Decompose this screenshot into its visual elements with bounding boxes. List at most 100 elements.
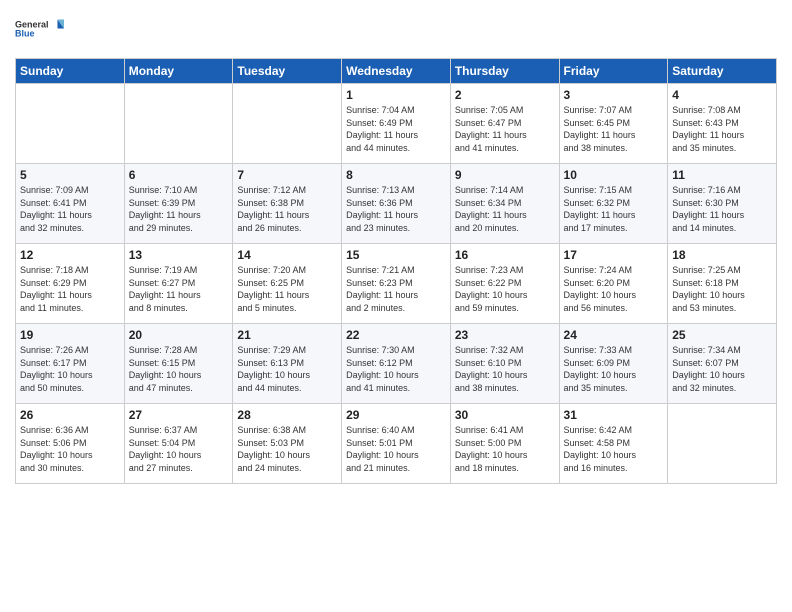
day-info: Sunrise: 6:36 AM Sunset: 5:06 PM Dayligh… [20,424,120,474]
calendar-cell: 4 Sunrise: 7:08 AM Sunset: 6:43 PM Daylig… [668,84,777,164]
calendar-cell: 2 Sunrise: 7:05 AM Sunset: 6:47 PM Daylig… [450,84,559,164]
day-of-week-header: Thursday [450,59,559,84]
calendar-cell: 29 Sunrise: 6:40 AM Sunset: 5:01 PM Dayli… [342,404,451,484]
day-number: 19 [20,328,120,342]
day-info: Sunrise: 7:08 AM Sunset: 6:43 PM Dayligh… [672,104,772,154]
day-number: 12 [20,248,120,262]
day-number: 8 [346,168,446,182]
logo-svg: General Blue [15,10,65,50]
day-info: Sunrise: 7:13 AM Sunset: 6:36 PM Dayligh… [346,184,446,234]
day-info: Sunrise: 6:37 AM Sunset: 5:04 PM Dayligh… [129,424,229,474]
day-info: Sunrise: 6:38 AM Sunset: 5:03 PM Dayligh… [237,424,337,474]
calendar-cell: 5Sunrise: 7:09 AM Sunset: 6:41 PM Daylig… [16,164,125,244]
calendar-cell: 25Sunrise: 7:34 AM Sunset: 6:07 PM Dayli… [668,324,777,404]
day-number: 7 [237,168,337,182]
day-info: Sunrise: 7:29 AM Sunset: 6:13 PM Dayligh… [237,344,337,394]
day-number: 22 [346,328,446,342]
day-info: Sunrise: 7:26 AM Sunset: 6:17 PM Dayligh… [20,344,120,394]
day-number: 18 [672,248,772,262]
day-info: Sunrise: 7:12 AM Sunset: 6:38 PM Dayligh… [237,184,337,234]
day-number: 28 [237,408,337,422]
day-info: Sunrise: 7:04 AM Sunset: 6:49 PM Dayligh… [346,104,446,154]
day-number: 6 [129,168,229,182]
calendar-cell: 30Sunrise: 6:41 AM Sunset: 5:00 PM Dayli… [450,404,559,484]
day-number: 16 [455,248,555,262]
day-info: Sunrise: 6:41 AM Sunset: 5:00 PM Dayligh… [455,424,555,474]
day-info: Sunrise: 7:10 AM Sunset: 6:39 PM Dayligh… [129,184,229,234]
day-number: 14 [237,248,337,262]
svg-text:Blue: Blue [15,29,35,39]
calendar-cell [668,404,777,484]
page: General Blue SundayMondayTuesdayWednesda… [0,0,792,612]
day-info: Sunrise: 7:19 AM Sunset: 6:27 PM Dayligh… [129,264,229,314]
calendar-cell: 16 Sunrise: 7:23 AM Sunset: 6:22 PM Dayli… [450,244,559,324]
header: General Blue [15,10,777,50]
calendar-header-row: SundayMondayTuesdayWednesdayThursdayFrid… [16,59,777,84]
day-info: Sunrise: 7:21 AM Sunset: 6:23 PM Dayligh… [346,264,446,314]
calendar-cell: 7 Sunrise: 7:12 AM Sunset: 6:38 PM Daylig… [233,164,342,244]
calendar-cell: 9Sunrise: 7:14 AM Sunset: 6:34 PM Daylig… [450,164,559,244]
day-number: 11 [672,168,772,182]
calendar-week-row: 12 Sunrise: 7:18 AM Sunset: 6:29 PM Dayli… [16,244,777,324]
calendar-cell: 31 Sunrise: 6:42 AM Sunset: 4:58 PM Dayli… [559,404,668,484]
day-number: 10 [564,168,664,182]
day-info: Sunrise: 7:15 AM Sunset: 6:32 PM Dayligh… [564,184,664,234]
day-info: Sunrise: 7:18 AM Sunset: 6:29 PM Dayligh… [20,264,120,314]
day-info: Sunrise: 7:16 AM Sunset: 6:30 PM Dayligh… [672,184,772,234]
calendar-cell: 1 Sunrise: 7:04 AM Sunset: 6:49 PM Daylig… [342,84,451,164]
calendar-cell: 20 Sunrise: 7:28 AM Sunset: 6:15 PM Dayli… [124,324,233,404]
day-number: 3 [564,88,664,102]
day-of-week-header: Monday [124,59,233,84]
calendar-cell: 10 Sunrise: 7:15 AM Sunset: 6:32 PM Dayli… [559,164,668,244]
day-info: Sunrise: 7:24 AM Sunset: 6:20 PM Dayligh… [564,264,664,314]
day-of-week-header: Tuesday [233,59,342,84]
calendar-cell: 15 Sunrise: 7:21 AM Sunset: 6:23 PM Dayli… [342,244,451,324]
calendar-cell: 19 Sunrise: 7:26 AM Sunset: 6:17 PM Dayli… [16,324,125,404]
day-info: Sunrise: 7:33 AM Sunset: 6:09 PM Dayligh… [564,344,664,394]
day-info: Sunrise: 7:05 AM Sunset: 6:47 PM Dayligh… [455,104,555,154]
day-number: 31 [564,408,664,422]
day-info: Sunrise: 7:20 AM Sunset: 6:25 PM Dayligh… [237,264,337,314]
calendar-week-row: 26 Sunrise: 6:36 AM Sunset: 5:06 PM Dayli… [16,404,777,484]
day-info: Sunrise: 7:30 AM Sunset: 6:12 PM Dayligh… [346,344,446,394]
day-info: Sunrise: 7:23 AM Sunset: 6:22 PM Dayligh… [455,264,555,314]
day-of-week-header: Friday [559,59,668,84]
calendar-cell: 24 Sunrise: 7:33 AM Sunset: 6:09 PM Dayli… [559,324,668,404]
day-number: 23 [455,328,555,342]
day-info: Sunrise: 6:40 AM Sunset: 5:01 PM Dayligh… [346,424,446,474]
calendar-week-row: 1 Sunrise: 7:04 AM Sunset: 6:49 PM Daylig… [16,84,777,164]
day-info: Sunrise: 7:28 AM Sunset: 6:15 PM Dayligh… [129,344,229,394]
day-number: 26 [20,408,120,422]
calendar-cell: 14 Sunrise: 7:20 AM Sunset: 6:25 PM Dayli… [233,244,342,324]
calendar-cell: 26 Sunrise: 6:36 AM Sunset: 5:06 PM Dayli… [16,404,125,484]
day-info: Sunrise: 7:32 AM Sunset: 6:10 PM Dayligh… [455,344,555,394]
calendar-cell: 18Sunrise: 7:25 AM Sunset: 6:18 PM Dayli… [668,244,777,324]
day-info: Sunrise: 6:42 AM Sunset: 4:58 PM Dayligh… [564,424,664,474]
day-number: 20 [129,328,229,342]
day-of-week-header: Wednesday [342,59,451,84]
calendar-cell: 3 Sunrise: 7:07 AM Sunset: 6:45 PM Daylig… [559,84,668,164]
day-number: 27 [129,408,229,422]
calendar-cell: 13Sunrise: 7:19 AM Sunset: 6:27 PM Dayli… [124,244,233,324]
day-of-week-header: Sunday [16,59,125,84]
calendar-cell: 28 Sunrise: 6:38 AM Sunset: 5:03 PM Dayli… [233,404,342,484]
day-number: 4 [672,88,772,102]
day-number: 1 [346,88,446,102]
day-number: 29 [346,408,446,422]
day-number: 2 [455,88,555,102]
calendar-cell: 23 Sunrise: 7:32 AM Sunset: 6:10 PM Dayli… [450,324,559,404]
day-number: 15 [346,248,446,262]
calendar-cell: 6 Sunrise: 7:10 AM Sunset: 6:39 PM Daylig… [124,164,233,244]
calendar-cell: 8 Sunrise: 7:13 AM Sunset: 6:36 PM Daylig… [342,164,451,244]
calendar-cell: 27 Sunrise: 6:37 AM Sunset: 5:04 PM Dayli… [124,404,233,484]
calendar-cell: 12 Sunrise: 7:18 AM Sunset: 6:29 PM Dayli… [16,244,125,324]
calendar-cell: 11 Sunrise: 7:16 AM Sunset: 6:30 PM Dayli… [668,164,777,244]
calendar-cell [16,84,125,164]
day-info: Sunrise: 7:34 AM Sunset: 6:07 PM Dayligh… [672,344,772,394]
calendar-cell [233,84,342,164]
day-number: 5 [20,168,120,182]
day-number: 24 [564,328,664,342]
day-number: 21 [237,328,337,342]
day-info: Sunrise: 7:07 AM Sunset: 6:45 PM Dayligh… [564,104,664,154]
day-info: Sunrise: 7:14 AM Sunset: 6:34 PM Dayligh… [455,184,555,234]
